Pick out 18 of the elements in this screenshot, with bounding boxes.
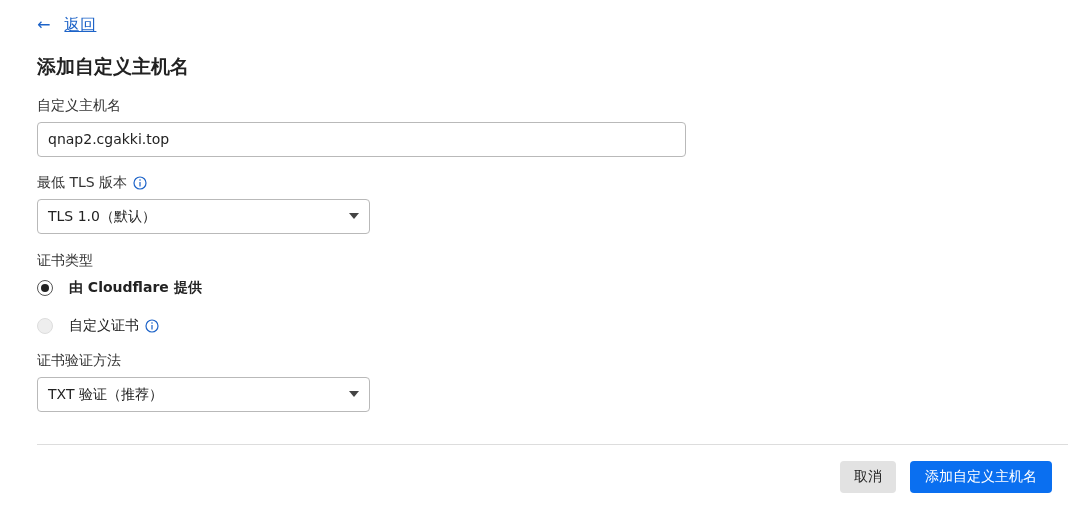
info-icon xyxy=(133,175,148,190)
field-label: 证书验证方法 xyxy=(37,351,121,370)
radio-label: 由 Cloudflare 提供 xyxy=(69,278,202,297)
back-link[interactable]: ← 返回 xyxy=(37,12,1068,38)
field-label: 证书类型 xyxy=(37,250,94,270)
hostname-field[interactable]: qnap2.cgakki.top xyxy=(37,121,686,157)
submit-button[interactable]: 添加自定义主机名 xyxy=(910,460,1052,493)
radio-button[interactable] xyxy=(37,279,53,296)
caret-icon xyxy=(349,213,359,219)
caret-icon xyxy=(349,391,359,397)
radio-label: 自定义证书 xyxy=(69,316,139,335)
dropdown[interactable]: TXT 验证（推荐） xyxy=(37,376,370,412)
page-title: 添加自定义主机名 xyxy=(37,54,190,79)
dropdown[interactable]: TLS 1.0（默认） xyxy=(37,198,370,234)
field-label: 自定义主机名 xyxy=(37,95,122,115)
field-label: 最低 TLS 版本 xyxy=(37,173,128,192)
info-icon xyxy=(145,318,159,333)
cancel-button[interactable]: 取消 xyxy=(840,460,896,493)
